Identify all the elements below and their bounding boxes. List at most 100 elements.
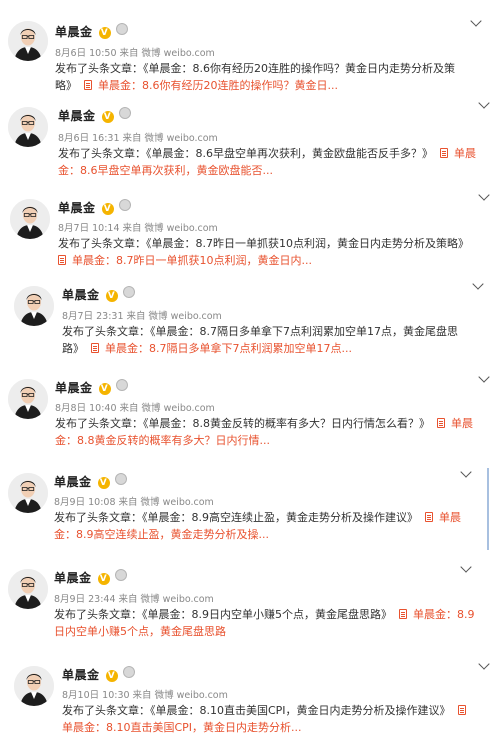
medal-icon [115, 379, 128, 391]
avatar[interactable] [14, 286, 54, 326]
article-icon [425, 512, 433, 522]
chevron-down-icon[interactable] [472, 278, 484, 290]
post-meta: 8月7日 10:14 来自 微博 weibo.com [58, 220, 218, 234]
verified-badge-icon: V [105, 290, 118, 302]
article-icon [457, 705, 466, 715]
chevron-down-icon[interactable] [478, 371, 490, 383]
author-line: 单晨金 V [54, 473, 127, 490]
scrollbar[interactable] [487, 468, 489, 550]
author-name[interactable]: 单晨金 [54, 571, 92, 585]
post-time[interactable]: 8月9日 23:44 来自 [54, 594, 138, 605]
verified-badge-icon: V [98, 383, 111, 395]
avatar[interactable] [8, 379, 48, 419]
author-name[interactable]: 单晨金 [62, 288, 100, 302]
article-icon [58, 255, 66, 265]
verified-badge-icon: V [101, 111, 114, 123]
author-line: 单晨金 V [62, 286, 135, 303]
medal-icon [118, 199, 131, 211]
post-body: 发布了头条文章：《单晨金：8.7隔日多单拿下7点利润累加空单17点，黄金尾盘思路… [62, 323, 482, 357]
post-source[interactable]: 微博 weibo.com [145, 133, 218, 144]
chevron-down-icon[interactable] [478, 189, 490, 201]
post-time[interactable]: 8月9日 10:08 来自 [54, 497, 138, 508]
post-body: 发布了头条文章：《单晨金：8.8黄金反转的概率有多大？日内行情怎么看？》 单晨金… [55, 415, 483, 449]
article-icon [399, 609, 407, 619]
author-name[interactable]: 单晨金 [55, 381, 93, 395]
chevron-down-icon[interactable] [470, 15, 482, 27]
medal-icon [122, 666, 135, 678]
medal-icon [114, 569, 127, 581]
post-body: 发布了头条文章：《单晨金：8.7昨日一单抓获10点利润，黄金日内走势分析及策略》… [58, 235, 483, 269]
article-link[interactable]: 单晨金：8.7昨日一单抓获10点利润，黄金日内... [58, 254, 312, 267]
avatar[interactable] [8, 473, 48, 513]
article-icon [84, 80, 92, 90]
post-meta: 8月9日 23:44 来自 微博 weibo.com [54, 591, 214, 605]
post-text: 发布了头条文章：《单晨金：8.10直击美国CPI，黄金日内走势分析及操作建议》 [62, 704, 451, 717]
post-meta: 8月7日 23:31 来自 微博 weibo.com [62, 308, 222, 322]
post-meta: 8月10日 10:30 来自 微博 weibo.com [62, 687, 228, 701]
post-source[interactable]: 微博 weibo.com [141, 497, 214, 508]
author-name[interactable]: 单晨金 [54, 475, 92, 489]
post-text: 发布了头条文章：《单晨金：8.9日内空单小赚5个点，黄金尾盘思路》 [54, 608, 392, 621]
avatar[interactable] [8, 21, 48, 61]
author-line: 单晨金 V [55, 379, 128, 396]
post-text: 发布了头条文章：《单晨金：8.8黄金反转的概率有多大？日内行情怎么看？》 [55, 417, 430, 430]
author-name[interactable]: 单晨金 [62, 668, 100, 682]
verified-badge-icon: V [97, 573, 110, 585]
medal-icon [118, 107, 131, 119]
article-link-text[interactable]: 单晨金：8.7隔日多单拿下7点利润累加空单17点... [105, 342, 352, 355]
post-meta: 8月6日 16:31 来自 微博 weibo.com [58, 130, 218, 144]
post-time[interactable]: 8月7日 10:14 来自 [58, 223, 142, 234]
post-source[interactable]: 微博 weibo.com [142, 403, 215, 414]
post-body: 发布了头条文章：《单晨金：8.6早盘空单再次获利，黄金欧盘能否反手多？》 单晨金… [58, 145, 483, 179]
post-time[interactable]: 8月8日 10:40 来自 [55, 403, 139, 414]
post-text: 发布了头条文章：《单晨金：8.9高空连续止盈，黄金走势分析及操作建议》 [54, 511, 418, 524]
author-name[interactable]: 单晨金 [58, 201, 96, 215]
author-name[interactable]: 单晨金 [55, 25, 93, 39]
author-line: 单晨金 V [58, 107, 131, 124]
post-time[interactable]: 8月7日 23:31 来自 [62, 311, 146, 322]
article-link-text[interactable]: 单晨金：8.7昨日一单抓获10点利润，黄金日内... [72, 254, 312, 267]
author-line: 单晨金 V [55, 23, 128, 40]
post-meta: 8月8日 10:40 来自 微博 weibo.com [55, 400, 215, 414]
post-body: 发布了头条文章：《单晨金：8.9日内空单小赚5个点，黄金尾盘思路》 单晨金：8.… [54, 606, 479, 640]
article-icon [437, 418, 445, 428]
author-line: 单晨金 V [54, 569, 127, 586]
post-time[interactable]: 8月6日 10:50 来自 [55, 48, 139, 59]
avatar[interactable] [10, 199, 50, 239]
avatar[interactable] [8, 569, 48, 609]
chevron-down-icon[interactable] [478, 658, 490, 670]
post-meta: 8月9日 10:08 来自 微博 weibo.com [54, 494, 214, 508]
author-line: 单晨金 V [62, 666, 135, 683]
medal-icon [115, 23, 128, 35]
medal-icon [122, 286, 135, 298]
chevron-down-icon[interactable] [460, 561, 472, 573]
avatar[interactable] [14, 666, 54, 706]
avatar[interactable] [8, 107, 48, 147]
article-link[interactable]: 单晨金：8.6你有经历20连胜的操作吗？黄金日... [84, 79, 338, 92]
article-icon [91, 343, 99, 353]
post-source[interactable]: 微博 weibo.com [149, 311, 222, 322]
post-source[interactable]: 微博 weibo.com [155, 690, 228, 701]
post-body: 发布了头条文章：《单晨金：8.10直击美国CPI，黄金日内走势分析及操作建议》 … [62, 702, 482, 736]
article-icon [440, 148, 448, 158]
post-source[interactable]: 微博 weibo.com [145, 223, 218, 234]
verified-badge-icon: V [105, 670, 118, 682]
medal-icon [114, 473, 127, 485]
chevron-down-icon[interactable] [460, 466, 472, 478]
article-link[interactable]: 单晨金：8.7隔日多单拿下7点利润累加空单17点... [91, 342, 352, 355]
post-text: 发布了头条文章：《单晨金：8.6早盘空单再次获利，黄金欧盘能否反手多？》 [58, 147, 433, 160]
post-time[interactable]: 8月6日 16:31 来自 [58, 133, 142, 144]
post-body: 发布了头条文章：《单晨金：8.6你有经历20连胜的操作吗？黄金日内走势分析及策略… [55, 60, 480, 94]
post-time[interactable]: 8月10日 10:30 来自 [62, 690, 152, 701]
verified-badge-icon: V [98, 27, 111, 39]
article-link-text[interactable]: 单晨金：8.10直击美国CPI，黄金日内走势分析... [62, 721, 302, 734]
article-link-text[interactable]: 单晨金：8.6你有经历20连胜的操作吗？黄金日... [98, 79, 338, 92]
author-name[interactable]: 单晨金 [58, 109, 96, 123]
verified-badge-icon: V [97, 477, 110, 489]
post-meta: 8月6日 10:50 来自 微博 weibo.com [55, 45, 215, 59]
post-source[interactable]: 微博 weibo.com [142, 48, 215, 59]
chevron-down-icon[interactable] [478, 97, 490, 109]
post-body: 发布了头条文章：《单晨金：8.9高空连续止盈，黄金走势分析及操作建议》 单晨金：… [54, 509, 474, 543]
post-source[interactable]: 微博 weibo.com [141, 594, 214, 605]
author-line: 单晨金 V [58, 199, 131, 216]
